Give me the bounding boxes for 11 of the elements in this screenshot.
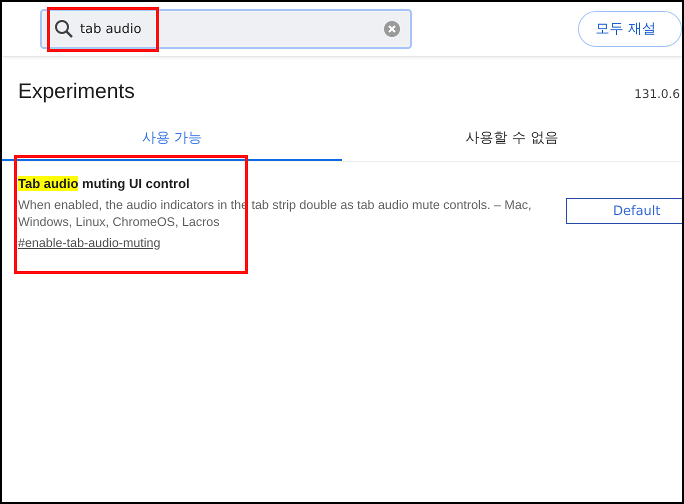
tab[interactable]: 사용 가능 bbox=[2, 129, 342, 161]
clear-icon[interactable] bbox=[384, 21, 400, 37]
state-dropdown[interactable]: Default bbox=[566, 198, 682, 224]
tab[interactable]: 사용할 수 없음 bbox=[342, 129, 682, 161]
version-text: 131.0.6 bbox=[634, 87, 680, 101]
reset-all-button[interactable]: 모두 재설 bbox=[578, 11, 682, 47]
experiment-title: Tab audio muting UI control bbox=[18, 176, 191, 191]
experiment-link[interactable]: #enable-tab-audio-muting bbox=[18, 236, 160, 250]
search-field[interactable]: tab audio bbox=[40, 9, 412, 49]
search-icon bbox=[54, 19, 74, 39]
page-title: Experiments bbox=[18, 80, 135, 104]
